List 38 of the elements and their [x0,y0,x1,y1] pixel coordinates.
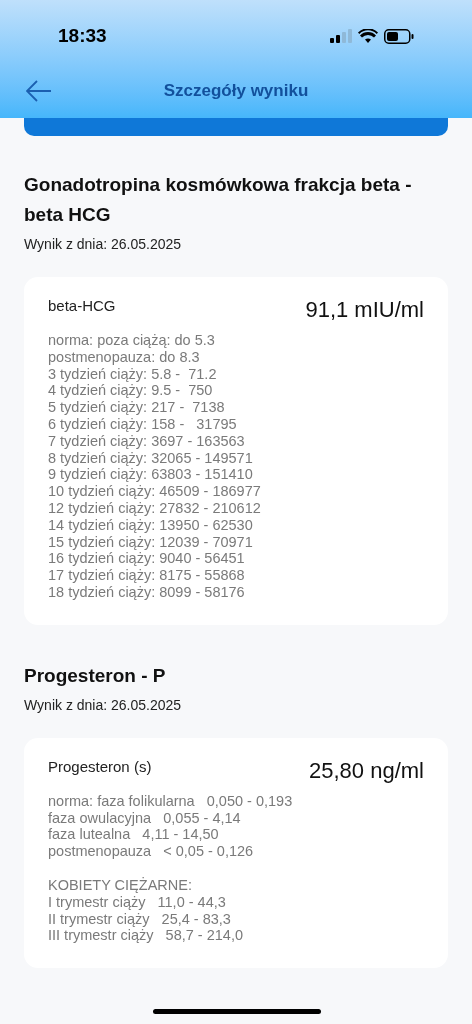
result-date: Wynik z dnia: 26.05.2025 [24,235,183,254]
result-title: Gonadotropina kosmówkowa frakcja beta - beta HCG [24,173,413,227]
battery-icon [384,28,414,44]
status-time: 18:33 [58,23,107,48]
norm-line: 18 tydzień ciąży: 8099 - 58176 [48,583,246,601]
norm-line: postmenopauza: do 8.3 [48,348,201,366]
norm-line: faza lutealna 4,11 - 14,50 [48,826,220,844]
norm-line: norma: faza folikularna 0,050 - 0,193 [48,792,294,810]
page-title: Szczegóły wyniku [163,80,309,103]
norm-line: 9 tydzień ciąży: 63803 - 151410 [48,466,254,484]
wifi-icon [358,28,378,44]
test-value: 91,1 mIU/ml [305,296,424,324]
norm-line: postmenopauza < 0,05 - 0,126 [48,843,255,860]
norm-line: 16 tydzień ciąży: 9040 - 56451 [48,550,246,568]
norm-line: 3 tydzień ciąży: 5.8 - 71.2 [48,365,218,383]
norm-line: 10 tydzień ciąży: 46509 - 186977 [48,483,262,500]
signal-icon [330,29,352,43]
test-name: beta-HCG [48,296,116,316]
norm-line: 7 tydzień ciąży: 3697 - 163563 [48,432,246,450]
norm-line: III trymestr ciąży 58,7 - 214,0 [48,927,244,945]
norm-line: 12 tydzień ciąży: 27832 - 210612 [48,499,262,517]
norm-line: 14 tydzień ciąży: 13950 - 62530 [48,516,254,534]
norm-line: 17 tydzień ciąży: 8175 - 55868 [48,567,246,584]
norm-line: 4 tydzień ciąży: 9.5 - 750 [48,382,214,400]
norm-line: KOBIETY CIĘŻARNE: [48,876,193,894]
norm-line: norma: poza ciążą: do 5.3 [48,332,216,349]
norm-line: II trymestr ciąży 25,4 - 83,3 [48,910,232,928]
result-title: Progesteron - P [24,663,167,688]
result-date: Wynik z dnia: 26.05.2025 [24,695,183,715]
test-value: 25,80 ng/ml [309,756,424,785]
norm-line: faza owulacyjna 0,055 - 4,14 [48,809,242,827]
norm-line: 5 tydzień ciąży: 217 - 7138 [48,399,226,416]
norm-line: 15 tydzień ciąży: 12039 - 70971 [48,533,254,551]
test-name: Progesteron (s) [48,756,152,777]
norm-line: 6 tydzień ciąży: 158 - 31795 [48,416,238,433]
norm-line: I trymestr ciąży 11,0 - 44,3 [48,893,227,911]
norm-line: 8 tydzień ciąży: 32065 - 149571 [48,449,254,467]
back-arrow-icon [26,80,52,102]
